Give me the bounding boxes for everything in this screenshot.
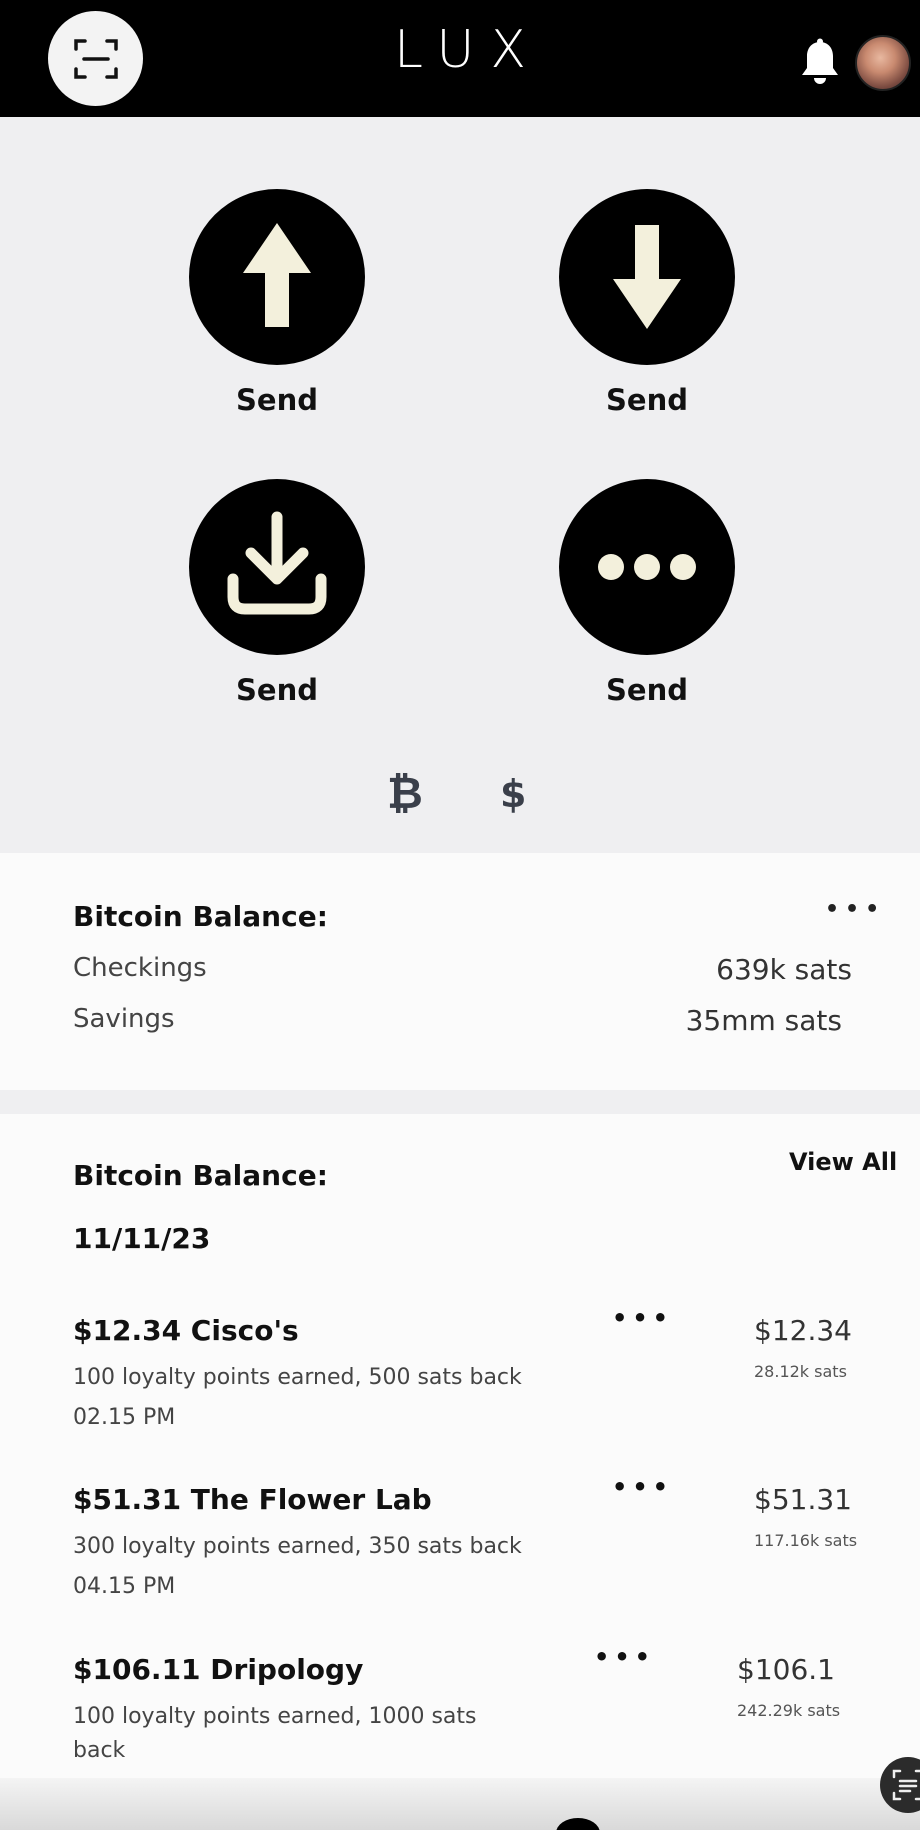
savings-value: 35mm sats [685, 1004, 842, 1037]
checkings-value: 639k sats [716, 953, 852, 986]
action-send-tray[interactable]: Send [187, 479, 367, 707]
avatar[interactable] [855, 35, 911, 91]
bottom-fade [0, 1778, 920, 1830]
action-send-down[interactable]: Send [557, 189, 737, 417]
text-scan-icon [892, 1769, 920, 1801]
transaction-amount: $51.31 [754, 1483, 852, 1516]
arrow-down-icon [613, 225, 681, 329]
transactions-card: Bitcoin Balance: View All 11/11/23 $12.3… [0, 1114, 920, 1830]
action-send-up[interactable]: Send [187, 189, 367, 417]
dollar-toggle[interactable]: $ [500, 772, 526, 816]
bell-icon [802, 38, 838, 84]
action-label: Send [236, 673, 318, 707]
transaction-title: $12.34 Cisco's [73, 1314, 299, 1347]
savings-label: Savings [73, 1004, 175, 1034]
download-tray-icon [227, 511, 327, 615]
transaction-time: 04.15 PM [73, 1574, 176, 1599]
top-bar: LUX [0, 0, 920, 117]
action-label: Send [236, 383, 318, 417]
notifications-button[interactable] [797, 38, 843, 92]
transaction-desc: 100 loyalty points earned, 500 sats back [73, 1365, 522, 1390]
transaction-sats: 242.29k sats [737, 1701, 841, 1720]
action-label: Send [606, 383, 688, 417]
transaction-amount: $12.34 [754, 1314, 852, 1347]
checkings-label: Checkings [73, 953, 207, 983]
bitcoin-toggle[interactable]: ₿ [387, 768, 423, 819]
transaction-menu-button[interactable]: ••• [594, 1643, 655, 1671]
transaction-desc: 300 loyalty points earned, 350 sats back [73, 1534, 522, 1559]
transaction-amount: $106.1 [737, 1653, 835, 1686]
send-tray-button[interactable] [189, 479, 365, 655]
balance-card: Bitcoin Balance: ••• Checkings 639k sats… [0, 853, 920, 1090]
balance-menu-button[interactable]: ••• [825, 897, 885, 922]
balance-title: Bitcoin Balance: [73, 900, 328, 933]
transaction-desc: 100 loyalty points earned, 1000 sats bac… [73, 1704, 477, 1763]
transaction-sats: 117.16k sats [754, 1531, 858, 1550]
more-dots-icon [598, 554, 696, 580]
transaction-menu-button[interactable]: ••• [612, 1473, 673, 1501]
transaction-title: $106.11 Dripology [73, 1653, 364, 1686]
send-down-button[interactable] [559, 189, 735, 365]
transactions-title: Bitcoin Balance: [73, 1159, 328, 1192]
transaction-sats: 28.12k sats [754, 1362, 847, 1381]
transactions-date: 11/11/23 [73, 1222, 211, 1255]
arrow-up-icon [243, 223, 311, 327]
view-all-link[interactable]: View All [789, 1148, 897, 1176]
send-up-button[interactable] [189, 189, 365, 365]
app-logo: LUX [393, 20, 543, 80]
transaction-menu-button[interactable]: ••• [612, 1304, 673, 1332]
action-label: Send [606, 673, 688, 707]
action-more[interactable]: Send [557, 479, 737, 707]
transaction-time: 02.15 PM [73, 1405, 176, 1430]
more-button[interactable] [559, 479, 735, 655]
transaction-title: $51.31 The Flower Lab [73, 1483, 432, 1516]
